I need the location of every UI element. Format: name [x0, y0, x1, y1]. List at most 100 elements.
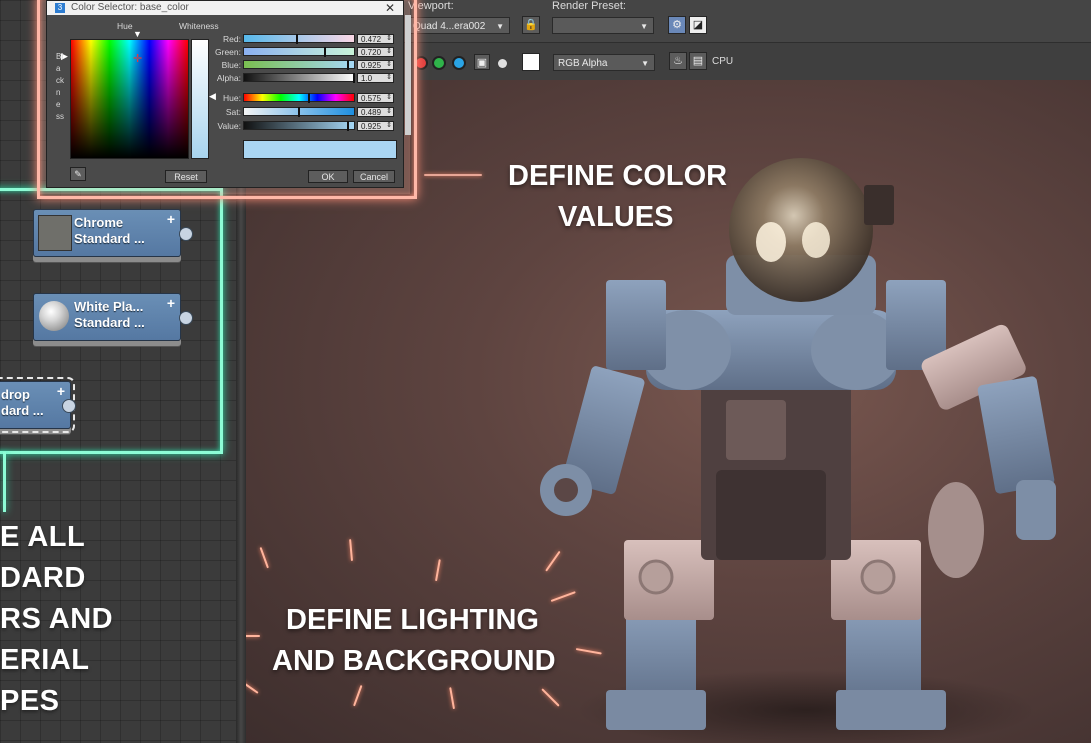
- green-value: 0.720: [361, 48, 382, 57]
- frame-icon[interactable]: ▤: [689, 52, 707, 70]
- spinner-arrows-icon[interactable]: ⇕: [386, 93, 392, 102]
- callout-color-line2: VALUES: [558, 201, 674, 233]
- green-channel-toggle[interactable]: [432, 56, 446, 70]
- blue-label: Blue:: [221, 60, 241, 70]
- blackness-label: Blackness: [56, 52, 64, 121]
- material-thumbnail: [38, 215, 72, 251]
- value-slider[interactable]: [243, 121, 355, 131]
- slider-knob[interactable]: [296, 34, 298, 44]
- node-subtitle: Standard ...: [74, 315, 145, 330]
- callout-lighting-line2: AND BACKGROUND: [272, 645, 556, 677]
- output-port[interactable]: [179, 227, 193, 241]
- material-node-backdrop[interactable]: drop dard ... +: [0, 377, 76, 433]
- expand-plus-icon[interactable]: +: [57, 383, 65, 399]
- node-subtitle: Standard ...: [74, 231, 145, 246]
- callout-lighting-line1: DEFINE LIGHTING: [286, 604, 539, 636]
- hue-value: 0.575: [361, 94, 382, 103]
- slider-knob[interactable]: [308, 93, 310, 103]
- material-thumbnail: [39, 301, 69, 331]
- red-spinner[interactable]: 0.472 ⇕: [357, 34, 394, 44]
- callout-pointer-line: [424, 174, 482, 176]
- sat-label: Sat:: [225, 107, 241, 117]
- callout-color-line1: DEFINE COLOR: [508, 160, 728, 192]
- alpha-label: Alpha:: [216, 73, 241, 83]
- close-icon[interactable]: ✕: [385, 1, 395, 15]
- hue-spinner[interactable]: 0.575 ⇕: [357, 93, 394, 103]
- callout-left-line: PES: [0, 685, 60, 717]
- slider-knob[interactable]: [353, 73, 355, 83]
- node-title: White Pla...: [74, 299, 144, 314]
- cancel-button[interactable]: Cancel: [353, 170, 395, 183]
- slider-knob[interactable]: [347, 60, 349, 70]
- lock-icon[interactable]: 🔒: [522, 16, 540, 34]
- value-label: Value:: [217, 121, 241, 131]
- dialog-title: Color Selector: base_color: [71, 2, 189, 13]
- alpha-dot-icon[interactable]: [498, 59, 507, 68]
- node-subtitle: dard ...: [1, 403, 44, 418]
- hue-label: Hue: [117, 21, 133, 31]
- spinner-arrows-icon[interactable]: ⇕: [386, 60, 392, 69]
- expand-plus-icon[interactable]: +: [167, 295, 175, 311]
- channel-value: RGB Alpha: [558, 58, 608, 69]
- channel-dropdown[interactable]: RGB Alpha ▼: [553, 54, 655, 71]
- neon-connector: [3, 452, 6, 512]
- slider-knob[interactable]: [324, 47, 326, 57]
- dialog-title-bar[interactable]: 3 Color Selector: base_color ✕: [47, 1, 403, 15]
- callout-left-line: RS AND: [0, 603, 114, 635]
- slider-knob[interactable]: [298, 107, 300, 117]
- value-value: 0.925: [361, 122, 382, 131]
- blue-slider[interactable]: [243, 60, 355, 70]
- sat-value: 0.489: [361, 108, 382, 117]
- color-preview-swatch: [243, 140, 397, 159]
- alpha-slider[interactable]: [243, 73, 355, 83]
- blue-channel-toggle[interactable]: [452, 56, 466, 70]
- ok-button[interactable]: OK: [308, 170, 348, 183]
- green-slider[interactable]: [243, 47, 355, 57]
- spinner-arrows-icon[interactable]: ⇕: [386, 121, 392, 130]
- material-node-white-plastic[interactable]: White Pla... Standard ... +: [33, 293, 193, 341]
- alpha-value: 1.0: [361, 74, 373, 83]
- spinner-arrows-icon[interactable]: ⇕: [386, 73, 392, 82]
- cpu-label: CPU: [712, 56, 734, 67]
- output-port[interactable]: [62, 399, 76, 413]
- value-spinner[interactable]: 0.925 ⇕: [357, 121, 394, 131]
- red-value: 0.472: [361, 35, 382, 44]
- hue-slider[interactable]: [243, 93, 355, 103]
- alpha-spinner[interactable]: 1.0 ⇕: [357, 73, 394, 83]
- node-title: Chrome: [74, 215, 124, 230]
- viewport-dropdown[interactable]: Quad 4...era002 ▼: [408, 17, 510, 34]
- blue-spinner[interactable]: 0.925 ⇕: [357, 60, 394, 70]
- spinner-arrows-icon[interactable]: ⇕: [386, 47, 392, 56]
- app-icon: 3: [55, 3, 65, 13]
- mono-icon[interactable]: ▣: [474, 54, 490, 70]
- reset-button[interactable]: Reset: [165, 170, 207, 183]
- picker-crosshair-icon: ✛: [133, 53, 143, 65]
- color-selector-dialog: 3 Color Selector: base_color ✕ Hue ▼ Whi…: [46, 0, 411, 188]
- white-swatch[interactable]: [522, 53, 540, 71]
- callout-left-line: DARD: [0, 562, 86, 594]
- green-spinner[interactable]: 0.720 ⇕: [357, 47, 394, 57]
- eyedropper-icon[interactable]: ✎: [70, 167, 86, 181]
- toggle-icon[interactable]: ◪: [689, 16, 707, 34]
- render-preset-label: Render Preset:: [552, 0, 626, 12]
- spinner-arrows-icon[interactable]: ⇕: [386, 107, 392, 116]
- whiteness-label: Whiteness: [179, 21, 219, 31]
- sat-spinner[interactable]: 0.489 ⇕: [357, 107, 394, 117]
- render-preset-dropdown[interactable]: ▼: [552, 17, 654, 34]
- viewport-value: Quad 4...era002: [413, 21, 486, 32]
- expand-plus-icon[interactable]: +: [167, 211, 175, 227]
- material-node-chrome[interactable]: Chrome Standard ... +: [33, 209, 193, 257]
- red-label: Red:: [223, 34, 241, 44]
- spinner-arrows-icon[interactable]: ⇕: [386, 34, 392, 43]
- red-slider[interactable]: [243, 34, 355, 44]
- render-setup-icon[interactable]: ⚙: [668, 16, 686, 34]
- chevron-down-icon: ▼: [640, 22, 648, 31]
- green-label: Green:: [215, 47, 241, 57]
- hue-blackness-picker[interactable]: ✛: [70, 39, 189, 159]
- sat-slider[interactable]: [243, 107, 355, 117]
- callout-left-line: E ALL: [0, 521, 86, 553]
- dialog-scrollbar[interactable]: [405, 15, 411, 135]
- teapot-icon[interactable]: ♨: [669, 52, 687, 70]
- output-port[interactable]: [179, 311, 193, 325]
- slider-knob[interactable]: [347, 121, 349, 131]
